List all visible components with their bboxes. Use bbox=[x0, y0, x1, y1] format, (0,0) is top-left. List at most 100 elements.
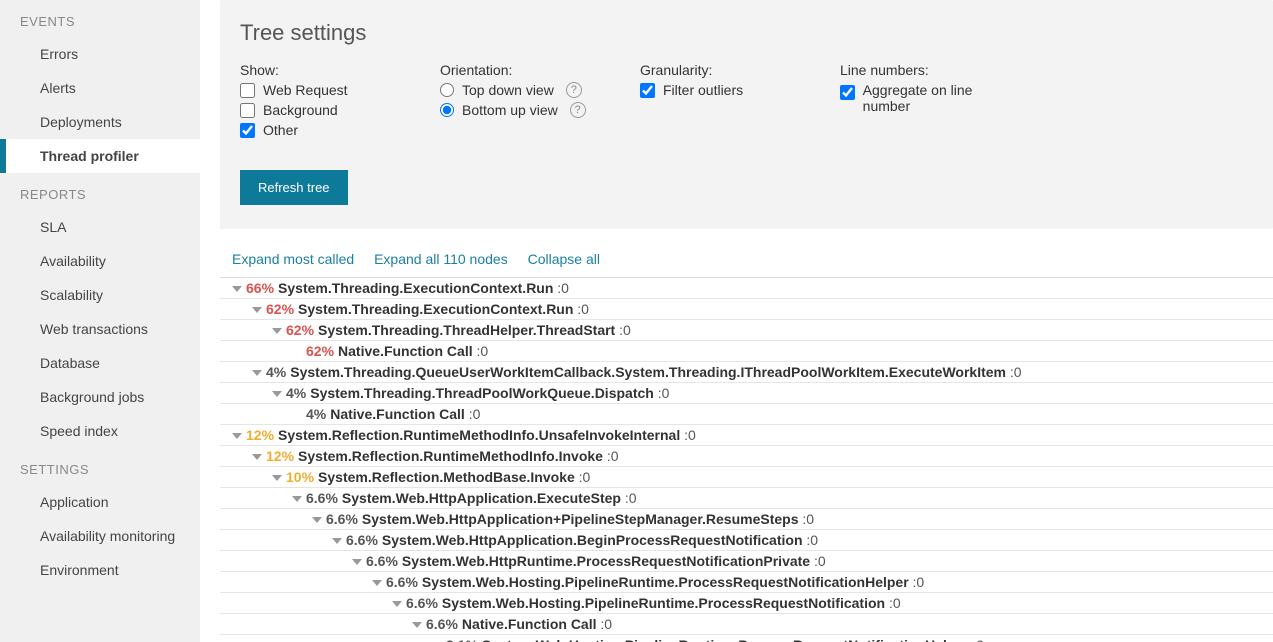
line-number: :0 bbox=[654, 385, 670, 401]
caret-icon[interactable] bbox=[252, 307, 262, 313]
sidebar-section-reports: REPORTS bbox=[0, 173, 200, 210]
tree-row[interactable]: 62%Native.Function Call :0 bbox=[220, 341, 1273, 362]
settings-title: Tree settings bbox=[240, 20, 1245, 46]
sidebar-item-thread-profiler[interactable]: Thread profiler bbox=[0, 139, 200, 173]
caret-icon[interactable] bbox=[392, 601, 402, 607]
tree-row[interactable]: 4%Native.Function Call :0 bbox=[220, 404, 1273, 425]
caret-icon[interactable] bbox=[252, 370, 262, 376]
tree-row[interactable]: 4%System.Threading.ThreadPoolWorkQueue.D… bbox=[220, 383, 1273, 404]
tree-row[interactable]: 6.6%System.Web.Hosting.PipelineRuntime.P… bbox=[220, 593, 1273, 614]
caret-icon[interactable] bbox=[232, 286, 242, 292]
tree-row[interactable]: 6.6%System.Web.HttpApplication.ExecuteSt… bbox=[220, 488, 1273, 509]
tree-row[interactable]: 6.6%Native.Function Call :0 bbox=[220, 614, 1273, 635]
show-web-request-label: Web Request bbox=[263, 82, 348, 98]
percentage: 6.6% bbox=[406, 595, 438, 611]
method-name: System.Threading.ExecutionContext.Run bbox=[278, 280, 553, 296]
method-name: System.Reflection.MethodBase.Invoke bbox=[318, 469, 575, 485]
orientation-top[interactable]: Top down view? bbox=[440, 82, 600, 98]
sidebar-item-database[interactable]: Database bbox=[0, 346, 200, 380]
aggregate-label: Aggregate on line number bbox=[863, 82, 1020, 114]
tree-row[interactable]: 62%System.Threading.ThreadHelper.ThreadS… bbox=[220, 320, 1273, 341]
caret-icon[interactable] bbox=[272, 391, 282, 397]
radio-top-down[interactable] bbox=[440, 83, 454, 97]
sidebar-item-environment[interactable]: Environment bbox=[0, 553, 200, 587]
percentage: 10% bbox=[286, 469, 314, 485]
caret-icon[interactable] bbox=[372, 580, 382, 586]
tree-row[interactable]: 6.6%System.Web.Hosting.PipelineRuntime.P… bbox=[220, 572, 1273, 593]
sidebar-item-web-transactions[interactable]: Web transactions bbox=[0, 312, 200, 346]
method-name: System.Web.Hosting.PipelineRuntime.Proce… bbox=[422, 574, 909, 590]
caret-icon[interactable] bbox=[272, 475, 282, 481]
bottom-up-label: Bottom up view bbox=[462, 102, 558, 118]
percentage: 62% bbox=[306, 343, 334, 359]
show-other-label: Other bbox=[263, 122, 298, 138]
caret-icon[interactable] bbox=[292, 496, 302, 502]
chk-aggregate[interactable] bbox=[840, 85, 855, 100]
percentage: 6.6% bbox=[346, 532, 378, 548]
show-background[interactable]: Background bbox=[240, 102, 400, 118]
orientation-bottom[interactable]: Bottom up view? bbox=[440, 102, 600, 118]
method-name: System.Web.HttpApplication.BeginProcessR… bbox=[382, 532, 803, 548]
caret-icon[interactable] bbox=[352, 559, 362, 565]
tree-row[interactable]: 12%System.Reflection.RuntimeMethodInfo.U… bbox=[220, 425, 1273, 446]
show-label: Show: bbox=[240, 62, 400, 78]
method-name: System.Threading.ThreadHelper.ThreadStar… bbox=[318, 322, 615, 338]
sidebar-item-errors[interactable]: Errors bbox=[0, 37, 200, 71]
show-web-request[interactable]: Web Request bbox=[240, 82, 400, 98]
help-icon[interactable]: ? bbox=[566, 82, 582, 98]
sidebar-item-scalability[interactable]: Scalability bbox=[0, 278, 200, 312]
tree-row[interactable]: 62%System.Threading.ExecutionContext.Run… bbox=[220, 299, 1273, 320]
sidebar-item-deployments[interactable]: Deployments bbox=[0, 105, 200, 139]
collapse-all-link[interactable]: Collapse all bbox=[528, 251, 600, 267]
expand-most-called-link[interactable]: Expand most called bbox=[232, 251, 354, 267]
refresh-tree-button[interactable]: Refresh tree bbox=[240, 170, 348, 205]
method-name: Native.Function Call bbox=[462, 616, 597, 632]
method-name: Native.Function Call bbox=[330, 406, 465, 422]
percentage: 4% bbox=[286, 385, 306, 401]
line-numbers-column: Line numbers: Aggregate on line number bbox=[840, 62, 1020, 142]
percentage: 3.1% bbox=[446, 637, 478, 642]
caret-icon[interactable] bbox=[412, 622, 422, 628]
aggregate-line[interactable]: Aggregate on line number bbox=[840, 82, 1020, 114]
caret-icon[interactable] bbox=[272, 328, 282, 334]
percentage: 6.6% bbox=[426, 616, 458, 632]
percentage: 62% bbox=[286, 322, 314, 338]
chk-filter-outliers[interactable] bbox=[640, 83, 655, 98]
line-number: :0 bbox=[473, 343, 489, 359]
percentage: 6.6% bbox=[306, 490, 338, 506]
sidebar-section-settings: SETTINGS bbox=[0, 448, 200, 485]
tree-row[interactable]: 4%System.Threading.QueueUserWorkItemCall… bbox=[220, 362, 1273, 383]
filter-outliers[interactable]: Filter outliers bbox=[640, 82, 800, 98]
line-number: :0 bbox=[810, 553, 826, 569]
sidebar-item-application[interactable]: Application bbox=[0, 485, 200, 519]
caret-icon[interactable] bbox=[332, 538, 342, 544]
tree-settings-panel: Tree settings Show: Web Request Backgrou… bbox=[220, 0, 1273, 229]
chk-web-request[interactable] bbox=[240, 83, 255, 98]
tree-row[interactable]: 10%System.Reflection.MethodBase.Invoke :… bbox=[220, 467, 1273, 488]
radio-bottom-up[interactable] bbox=[440, 103, 454, 117]
percentage: 6.6% bbox=[366, 553, 398, 569]
call-tree: 66%System.Threading.ExecutionContext.Run… bbox=[220, 277, 1273, 642]
tree-row[interactable]: 12%System.Reflection.RuntimeMethodInfo.I… bbox=[220, 446, 1273, 467]
caret-icon[interactable] bbox=[232, 433, 242, 439]
caret-icon[interactable] bbox=[312, 517, 322, 523]
sidebar-item-availability[interactable]: Availability bbox=[0, 244, 200, 278]
tree-row[interactable]: 6.6%System.Web.HttpApplication.BeginProc… bbox=[220, 530, 1273, 551]
help-icon[interactable]: ? bbox=[570, 102, 586, 118]
line-number: :0 bbox=[597, 616, 613, 632]
tree-row[interactable]: 6.6%System.Web.HttpRuntime.ProcessReques… bbox=[220, 551, 1273, 572]
sidebar-item-sla[interactable]: SLA bbox=[0, 210, 200, 244]
tree-row[interactable]: 66%System.Threading.ExecutionContext.Run… bbox=[220, 278, 1273, 299]
expand-all-link[interactable]: Expand all 110 nodes bbox=[374, 251, 508, 267]
orientation-label: Orientation: bbox=[440, 62, 600, 78]
sidebar-item-alerts[interactable]: Alerts bbox=[0, 71, 200, 105]
sidebar-item-availability-monitoring[interactable]: Availability monitoring bbox=[0, 519, 200, 553]
show-other[interactable]: Other bbox=[240, 122, 400, 138]
sidebar-item-speed-index[interactable]: Speed index bbox=[0, 414, 200, 448]
tree-row[interactable]: 3.1%System.Web.Hosting.PipelineRuntime.P… bbox=[220, 635, 1273, 642]
chk-other[interactable] bbox=[240, 123, 255, 138]
sidebar-item-background-jobs[interactable]: Background jobs bbox=[0, 380, 200, 414]
chk-background[interactable] bbox=[240, 103, 255, 118]
caret-icon[interactable] bbox=[252, 454, 262, 460]
tree-row[interactable]: 6.6%System.Web.HttpApplication+PipelineS… bbox=[220, 509, 1273, 530]
